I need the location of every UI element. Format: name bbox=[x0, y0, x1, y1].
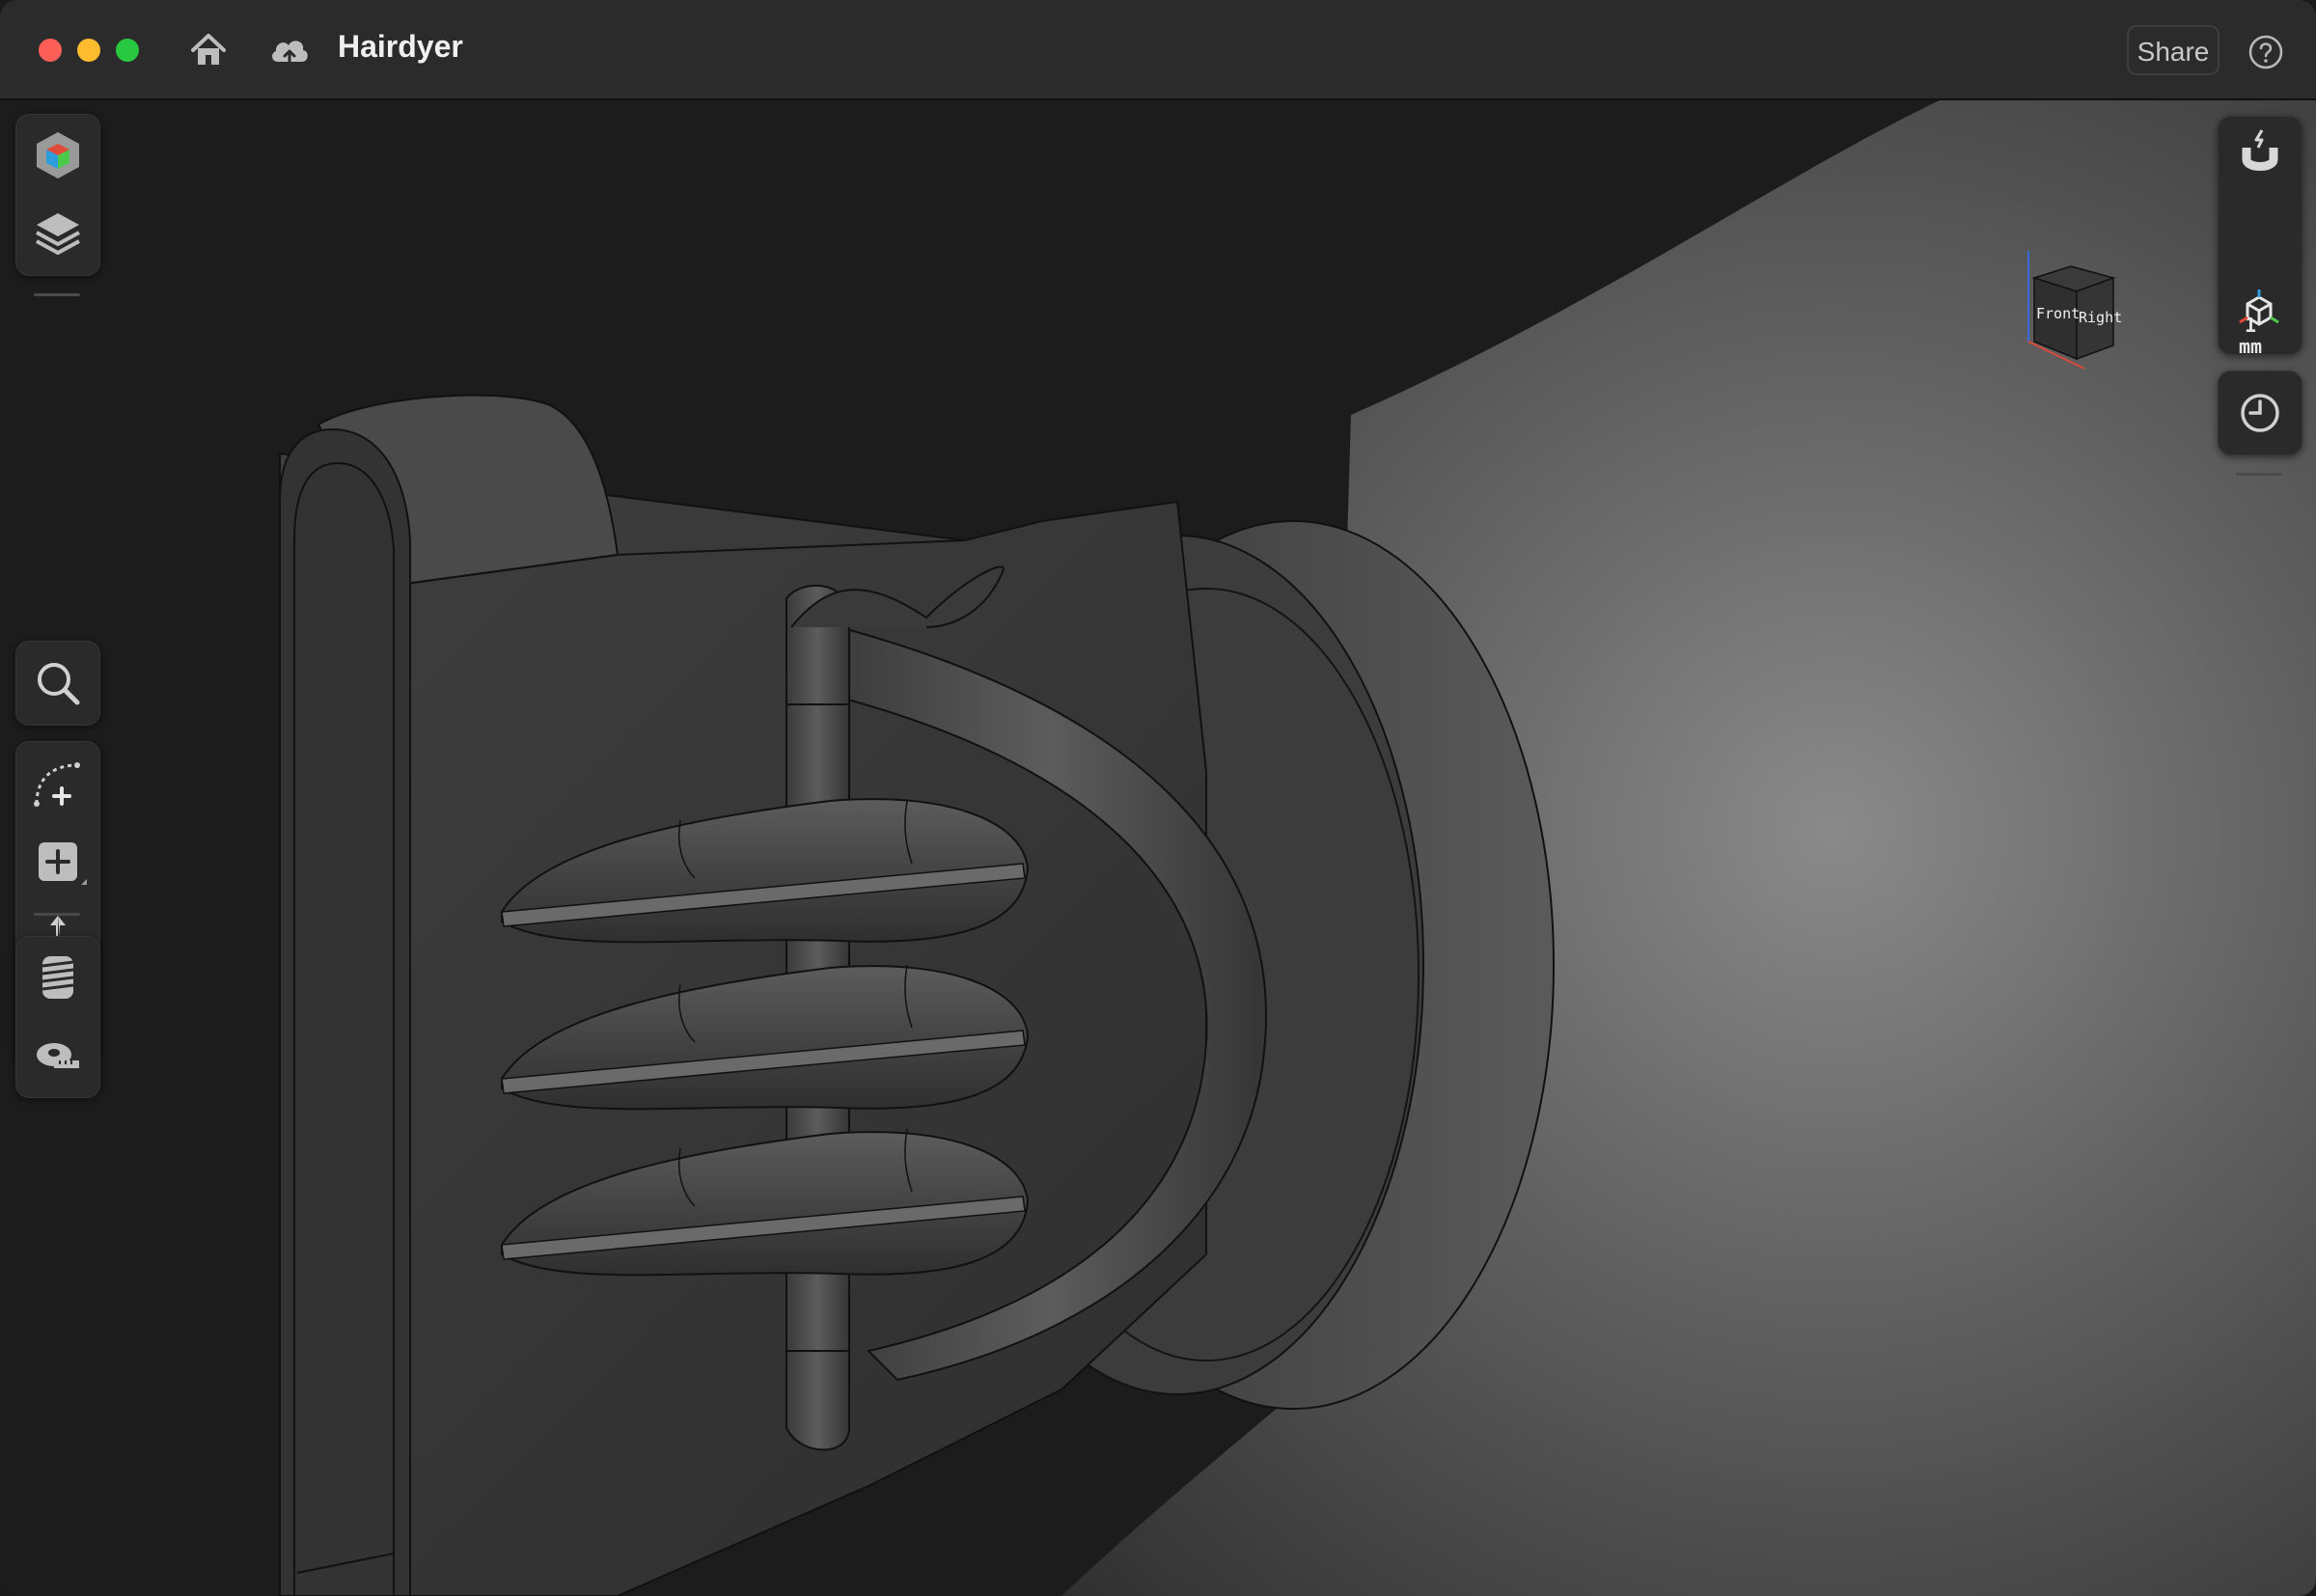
layers-icon[interactable] bbox=[27, 202, 89, 263]
document-title: Hairdyer bbox=[338, 29, 463, 64]
help-icon[interactable] bbox=[2245, 31, 2287, 73]
window-maximize-button[interactable] bbox=[116, 39, 139, 62]
cloud-upload-icon[interactable] bbox=[266, 27, 313, 73]
axes-cube-icon[interactable] bbox=[2228, 280, 2290, 342]
add-primitive-icon[interactable] bbox=[27, 831, 89, 893]
title-bar: Hairdyer Share bbox=[0, 0, 2316, 100]
history-clock-icon[interactable] bbox=[2229, 382, 2291, 444]
right-toolbar-separator bbox=[2236, 473, 2282, 476]
appearance-cube-icon[interactable] bbox=[27, 124, 89, 186]
sketch-curve-icon[interactable] bbox=[27, 754, 89, 815]
window-minimize-button[interactable] bbox=[77, 39, 100, 62]
thread-icon[interactable] bbox=[27, 947, 89, 1008]
home-icon[interactable] bbox=[185, 27, 232, 73]
measure-tape-icon[interactable] bbox=[27, 1024, 89, 1086]
search-toolgroup bbox=[15, 641, 100, 726]
hairdryer-model[interactable] bbox=[0, 100, 2316, 1596]
share-button[interactable]: Share bbox=[2127, 25, 2220, 75]
3d-viewport[interactable]: Front Right 1 mm bbox=[0, 100, 2316, 1596]
history-toolgroup bbox=[2218, 371, 2302, 455]
left-toolbar-separator-bottom bbox=[34, 913, 80, 916]
view-cube[interactable]: Front Right bbox=[2017, 245, 2142, 380]
left-top-toolgroup bbox=[15, 114, 100, 276]
viewcube-right-label: Right bbox=[2079, 309, 2122, 326]
left-toolbar-separator bbox=[34, 293, 80, 296]
magnet-snap-icon[interactable] bbox=[2229, 124, 2291, 186]
search-icon[interactable] bbox=[27, 652, 89, 714]
window-close-button[interactable] bbox=[39, 39, 62, 62]
app-window: Hairdyer Share Front Right 1 mm bbox=[0, 0, 2316, 1596]
viewcube-front-label: Front bbox=[2036, 305, 2080, 322]
left-bottom-toolgroup bbox=[15, 936, 100, 1098]
